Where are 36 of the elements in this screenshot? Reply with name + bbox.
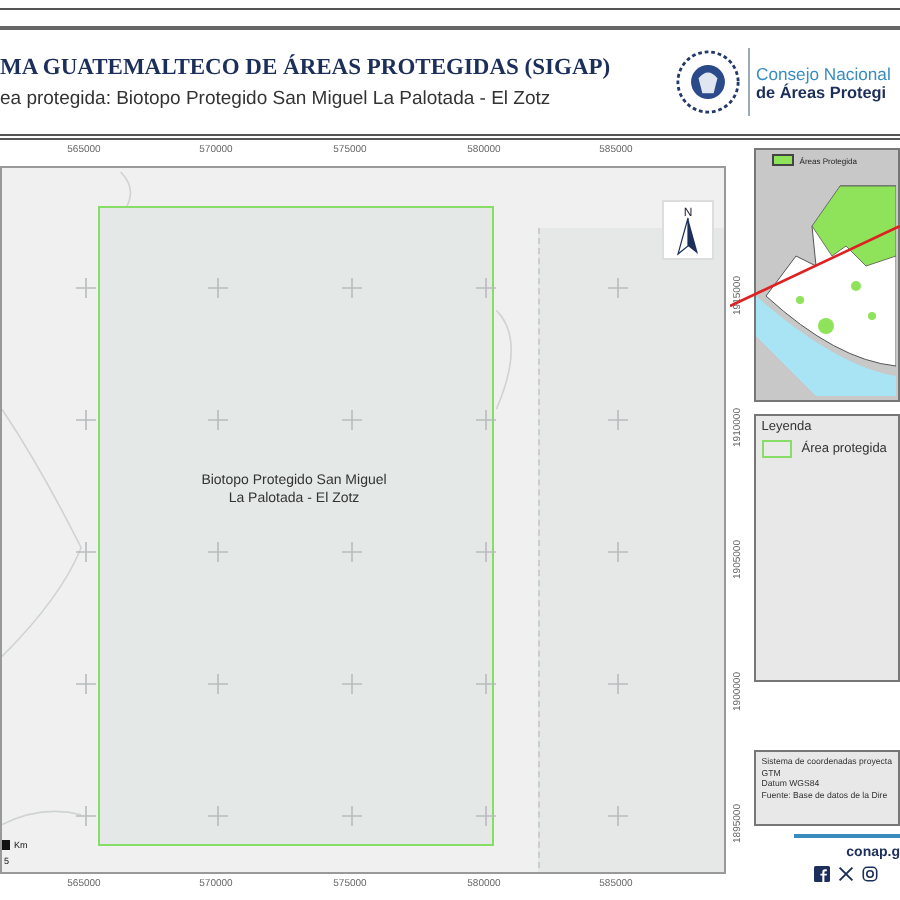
instagram-icon[interactable] bbox=[861, 866, 878, 882]
grid-cross-icon bbox=[476, 806, 496, 826]
grid-cross-icon bbox=[342, 542, 362, 562]
grid-cross-icon bbox=[342, 278, 362, 298]
logo-text: de Áreas Protegi bbox=[756, 83, 889, 101]
grid-cross-icon bbox=[76, 278, 96, 298]
seal-icon bbox=[676, 50, 740, 114]
grid-cross-icon bbox=[208, 542, 228, 562]
grid-cross-icon bbox=[476, 542, 496, 562]
scale-bar bbox=[2, 840, 10, 850]
grid-cross-icon bbox=[208, 278, 228, 298]
legend-swatch bbox=[761, 440, 792, 458]
x-icon[interactable] bbox=[837, 866, 854, 882]
grid-cross-icon bbox=[476, 674, 496, 694]
grid-cross-icon bbox=[76, 674, 96, 694]
map-subtitle: ea protegida: Biotopo Protegido San Miguel La Palotada - El Zotz bbox=[0, 87, 553, 109]
grid-cross-icon bbox=[342, 410, 362, 430]
grid-cross-icon bbox=[76, 542, 96, 562]
facebook-icon[interactable] bbox=[813, 866, 830, 882]
grid-cross-icon bbox=[476, 278, 496, 298]
grid-cross-icon bbox=[608, 278, 628, 298]
grid-cross-icon bbox=[208, 674, 228, 694]
grid-cross-icon bbox=[76, 410, 96, 430]
grid-cross-icon bbox=[342, 806, 362, 826]
grid-cross-icon bbox=[608, 674, 628, 694]
grid-cross-icon bbox=[476, 410, 496, 430]
grid-cross-icon bbox=[608, 542, 628, 562]
legend-swatch bbox=[771, 154, 794, 166]
logo-text: Consejo Nacional bbox=[756, 63, 893, 83]
grid-cross-icon bbox=[608, 806, 628, 826]
grid-cross-icon bbox=[208, 410, 228, 430]
grid-cross-icon bbox=[342, 674, 362, 694]
map-title: MA GUATEMALTECO DE ÁREAS PROTEGIDAS (SIGAP) bbox=[0, 55, 613, 79]
grid-cross-icon bbox=[76, 806, 96, 826]
grid-cross-icon bbox=[608, 410, 628, 430]
grid-cross-icon bbox=[208, 806, 228, 826]
